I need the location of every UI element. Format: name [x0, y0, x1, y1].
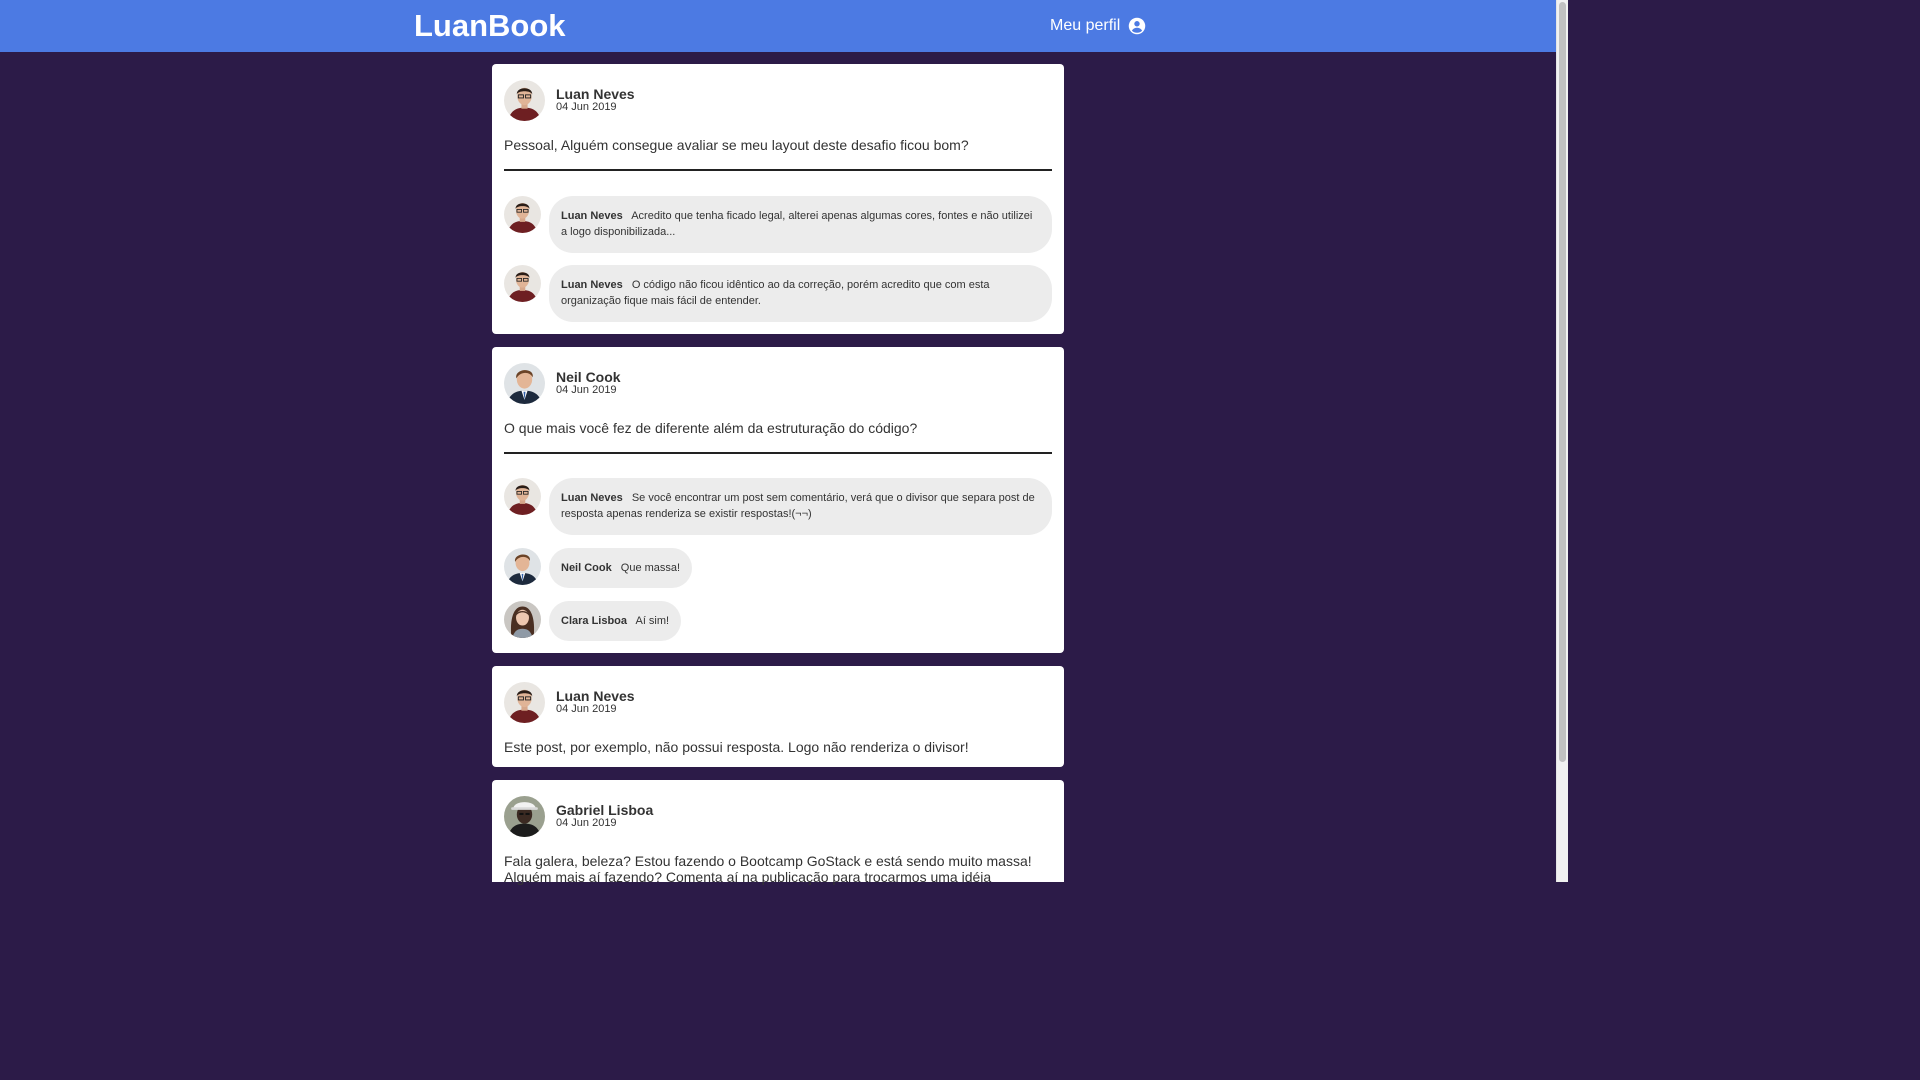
comment-bubble: Luan Neves Acredito que tenha ficado leg…: [549, 196, 1052, 253]
post-content: Fala galera, beleza? Estou fazendo o Boo…: [504, 853, 1032, 885]
post-content: O que mais você fez de diferente além da…: [504, 420, 918, 436]
top-header: LuanBook Meu perfil: [0, 0, 1556, 52]
avatar[interactable]: [504, 478, 541, 515]
post-author[interactable]: Luan Neves: [556, 86, 635, 102]
comment-bubble: Neil Cook Que massa!: [549, 548, 693, 588]
avatar[interactable]: [504, 601, 541, 638]
comment-text: O código não ficou idêntico ao da correç…: [561, 279, 990, 307]
post-content: Este post, por exemplo, não possui respo…: [504, 739, 969, 755]
comment-bubble: Luan Neves Se você encontrar um post sem…: [549, 478, 1052, 535]
comment-author[interactable]: Luan Neves: [561, 492, 623, 504]
scrollbar-thumb[interactable]: [1559, 2, 1566, 762]
account-circle-icon: [1129, 17, 1146, 35]
profile-link[interactable]: Meu perfil: [1050, 16, 1146, 36]
comment-author[interactable]: Neil Cook: [561, 562, 612, 574]
avatar[interactable]: [504, 548, 541, 585]
post-divider: [504, 169, 1052, 171]
comment-text: Que massa!: [620, 562, 681, 574]
avatar[interactable]: [504, 363, 545, 404]
post-author[interactable]: Neil Cook: [556, 369, 621, 385]
comment-bubble: Luan Neves O código não ficou idêntico a…: [549, 265, 1052, 322]
avatar[interactable]: [504, 682, 545, 723]
avatar[interactable]: [504, 80, 545, 121]
profile-label: Meu perfil: [1050, 17, 1121, 34]
comment-text: Acredito que tenha ficado legal, alterei…: [561, 210, 1033, 238]
post-date: 04 Jun 2019: [556, 703, 617, 715]
comment-text: Se você encontrar um post sem comentário…: [561, 492, 1035, 520]
comment-author[interactable]: Luan Neves: [561, 279, 623, 291]
post-content: Pessoal, Alguém consegue avaliar se meu …: [504, 137, 969, 153]
post-card: Luan Neves 04 Jun 2019 Este post, por ex…: [492, 666, 1064, 767]
post-card: Neil Cook 04 Jun 2019 O que mais você fe…: [492, 347, 1064, 653]
post-card: Gabriel Lisboa 04 Jun 2019 Fala galera, …: [492, 780, 1064, 885]
comment-text: Aí sim!: [635, 615, 670, 627]
post-author[interactable]: Gabriel Lisboa: [556, 802, 653, 818]
avatar[interactable]: [504, 196, 541, 233]
comment-author[interactable]: Clara Lisboa: [561, 615, 627, 627]
app-logo[interactable]: LuanBook: [414, 6, 566, 46]
post-date: 04 Jun 2019: [556, 817, 617, 829]
post-card: Luan Neves 04 Jun 2019 Pessoal, Alguém c…: [492, 64, 1064, 334]
avatar[interactable]: [504, 265, 541, 302]
comment-author[interactable]: Luan Neves: [561, 210, 623, 222]
comment-bubble: Clara Lisboa Aí sim!: [549, 601, 682, 641]
avatar[interactable]: [504, 796, 545, 837]
post-date: 04 Jun 2019: [556, 101, 617, 113]
post-author[interactable]: Luan Neves: [556, 688, 635, 704]
page-scrollbar[interactable]: [1556, 0, 1568, 882]
post-date: 04 Jun 2019: [556, 384, 617, 396]
post-divider: [504, 452, 1052, 454]
